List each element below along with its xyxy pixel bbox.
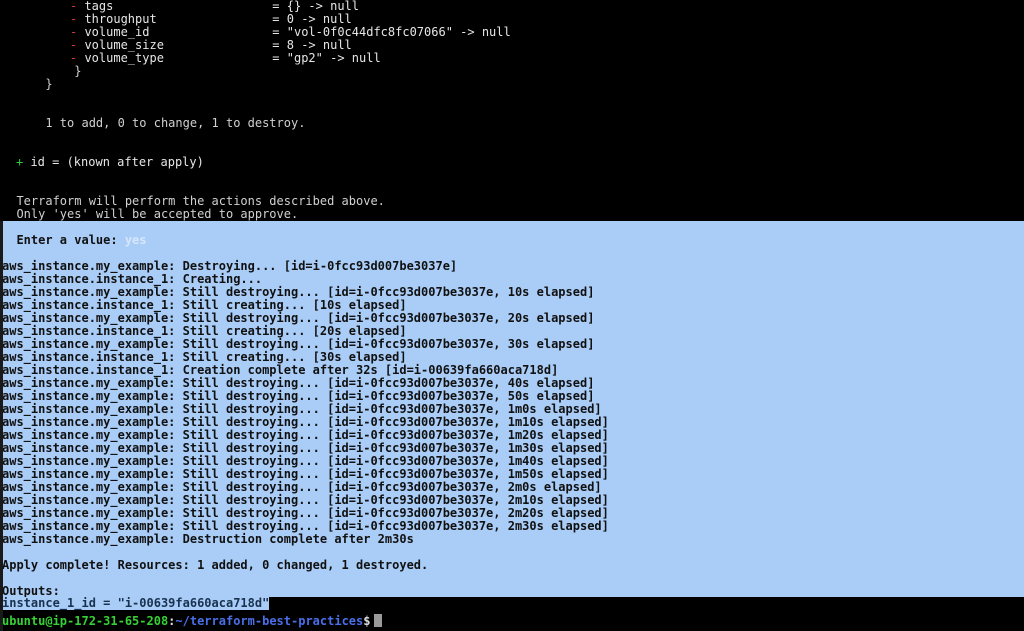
apply-output-pane: Enter a value: yes aws_instance.my_examp… (0, 221, 1024, 612)
shell-prompt-pane[interactable]: ubuntu@ip-172-31-65-208:~/terraform-best… (0, 612, 1024, 631)
shell-prompt-line[interactable]: ubuntu@ip-172-31-65-208:~/terraform-best… (0, 612, 1024, 631)
apply-log-line: aws_instance.my_example: Destruction com… (2, 532, 414, 546)
attribute-name: volume_type = "gp2" -> null (77, 51, 381, 65)
plan-output-pane: - tags = {} -> null - throughput = 0 -> … (0, 0, 1024, 221)
prompt-dollar: $ (363, 614, 371, 628)
id-output-row: + id = (known after apply) (0, 156, 1024, 169)
apply-log-list: aws_instance.my_example: Destroying... [… (0, 260, 1024, 546)
output-value-text: instance_1_id = "i-00639fa660aca718d" (0, 597, 270, 610)
block-cursor-icon[interactable] (374, 614, 383, 627)
left-edge-bar (0, 221, 3, 631)
change-marker-icon: - (70, 12, 78, 26)
attribute-name: volume_size = 8 -> null (77, 38, 352, 52)
enter-value-row: Enter a value: yes (0, 234, 1024, 247)
prompt-user-host: ubuntu@ip-172-31-65-208 (2, 614, 169, 628)
apply-complete-message: Apply complete! Resources: 1 added, 0 ch… (2, 558, 429, 572)
change-marker-icon: - (70, 38, 78, 52)
entered-value: yes (124, 233, 147, 247)
output-value-row: instance_1_id = "i-00639fa660aca718d" (0, 597, 1024, 611)
selection-edge-divider (0, 610, 1024, 612)
terminal-window[interactable]: - tags = {} -> null - throughput = 0 -> … (0, 0, 1024, 631)
attribute-row: - volume_type = "gp2" -> null (0, 52, 1024, 65)
confirm-line-2: Only 'yes' will be accepted to approve. (2, 207, 299, 221)
id-output-text: id = (known after apply) (23, 155, 204, 169)
plan-summary: 1 to add, 0 to change, 1 to destroy. (2, 116, 306, 130)
add-marker-icon: + (16, 155, 24, 169)
attribute-name: throughput = 0 -> null (77, 12, 352, 26)
block-close-inner: } (2, 64, 82, 78)
block-close-outer: } (2, 77, 53, 91)
prompt-path: ~/terraform-best-practices (175, 614, 364, 628)
attribute-name: volume_id = "vol-0f0c44dfc8fc07066" -> n… (77, 25, 511, 39)
enter-value-label: Enter a value: (2, 233, 125, 247)
change-marker-icon: - (70, 25, 78, 39)
change-marker-icon: - (70, 51, 78, 65)
